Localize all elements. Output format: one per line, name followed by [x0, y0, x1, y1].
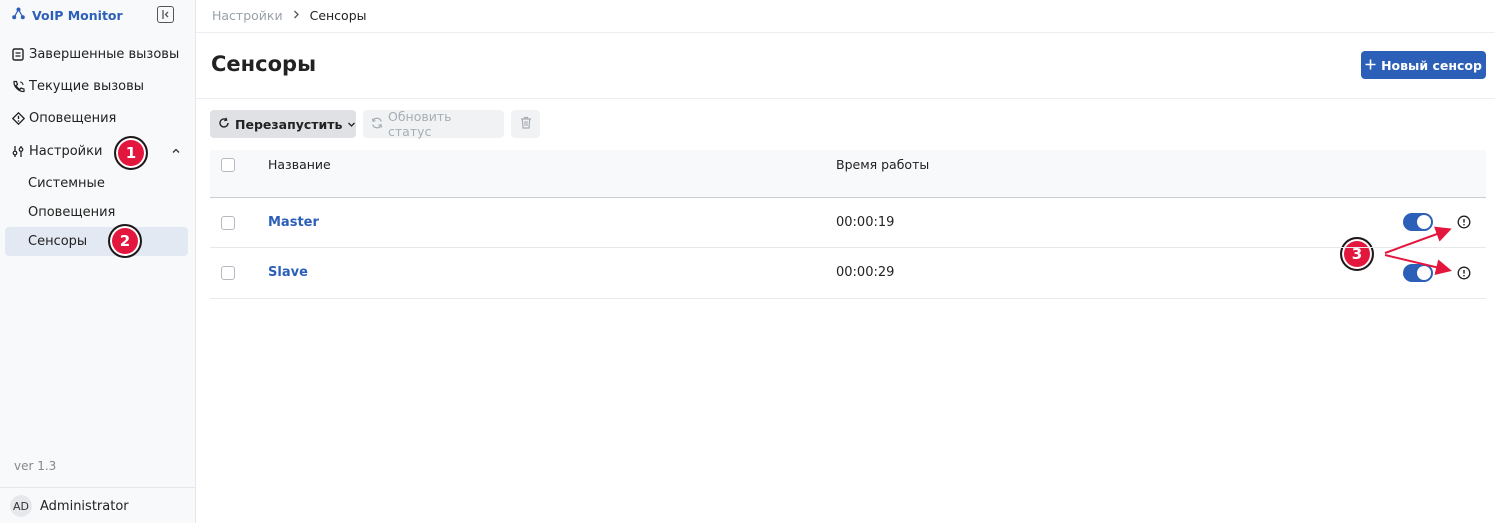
info-circle-icon[interactable]	[1457, 266, 1471, 280]
annotation-arrow	[1384, 226, 1452, 254]
avatar: AD	[10, 495, 32, 517]
sliders-icon	[11, 144, 25, 158]
sidebar-item-label: Завершенные вызовы	[29, 46, 180, 62]
sensor-name-link[interactable]: Slave	[268, 265, 308, 280]
row-checkbox[interactable]	[221, 266, 235, 280]
report-icon	[11, 47, 25, 61]
annotation-badge-2: 2	[108, 224, 142, 258]
sidebar-subitem-system[interactable]: Системные	[28, 174, 105, 192]
sensor-enabled-toggle[interactable]	[1403, 213, 1433, 231]
collapse-left-icon	[162, 10, 169, 19]
divider	[196, 98, 1495, 99]
sidebar-item-label: Оповещения	[29, 110, 117, 126]
new-sensor-label: Новый сенсор	[1381, 57, 1482, 73]
annotation-arrows	[1384, 226, 1452, 276]
user-menu[interactable]: AD Administrator	[10, 495, 129, 517]
sidebar: VoIP Monitor Завершенные вызовы Текущие …	[0, 0, 196, 523]
divider	[210, 298, 1486, 299]
alert-icon	[11, 111, 25, 125]
refresh-icon	[371, 117, 383, 132]
delete-button[interactable]	[511, 110, 540, 138]
restart-icon	[218, 117, 230, 132]
sidebar-subitem-sensors[interactable]: Сенсоры	[28, 232, 87, 250]
restart-button[interactable]: Перезапустить	[210, 110, 356, 138]
divider	[0, 487, 195, 488]
info-circle-icon[interactable]	[1457, 215, 1471, 229]
row-checkbox[interactable]	[221, 216, 235, 230]
sensor-name-link[interactable]: Master	[268, 215, 319, 230]
trash-icon	[520, 116, 532, 132]
collapse-sidebar-button[interactable]	[157, 6, 174, 23]
select-all-checkbox[interactable]	[221, 158, 235, 172]
divider	[196, 32, 1495, 33]
annotation-badge-3: 3	[1340, 237, 1374, 271]
sidebar-item-label: Настройки	[29, 143, 103, 159]
sidebar-item-completed-calls[interactable]: Завершенные вызовы	[11, 44, 179, 64]
page-title: Сенсоры	[211, 52, 317, 76]
chevron-right-icon	[293, 9, 300, 22]
column-header-uptime[interactable]: Время работы	[836, 157, 929, 172]
breadcrumb-current: Сенсоры	[309, 7, 367, 23]
phone-call-icon	[11, 79, 25, 93]
app-name: VoIP Monitor	[32, 7, 123, 23]
sidebar-item-settings[interactable]: Настройки	[11, 141, 102, 161]
new-sensor-button[interactable]: Новый сенсор	[1361, 51, 1486, 79]
breadcrumb-parent-link[interactable]: Настройки	[212, 8, 283, 23]
sensor-uptime: 00:00:19	[836, 215, 895, 230]
restart-label: Перезапустить	[235, 116, 343, 132]
breadcrumb: Настройки Сенсоры	[212, 6, 367, 24]
refresh-status-button[interactable]: Обновить статус	[363, 109, 504, 139]
refresh-status-label: Обновить статус	[388, 109, 452, 139]
sidebar-item-current-calls[interactable]: Текущие вызовы	[11, 76, 144, 96]
chevron-up-icon[interactable]	[171, 146, 181, 156]
plus-icon	[1365, 58, 1376, 73]
sensor-enabled-toggle[interactable]	[1403, 264, 1433, 282]
voip-logo-icon	[12, 7, 25, 24]
sidebar-subitem-alerts[interactable]: Оповещения	[28, 203, 115, 221]
column-header-name[interactable]: Название	[268, 157, 331, 172]
divider	[210, 247, 1486, 248]
brand[interactable]: VoIP Monitor	[12, 6, 123, 24]
sidebar-item-label: Текущие вызовы	[29, 78, 145, 94]
sidebar-item-alerts[interactable]: Оповещения	[11, 108, 116, 128]
app-version: ver 1.3	[14, 459, 57, 473]
annotation-badge-1: 1	[114, 136, 148, 170]
sensor-uptime: 00:00:29	[836, 265, 895, 280]
user-name: Administrator	[40, 498, 129, 514]
chevron-down-icon	[347, 117, 356, 132]
